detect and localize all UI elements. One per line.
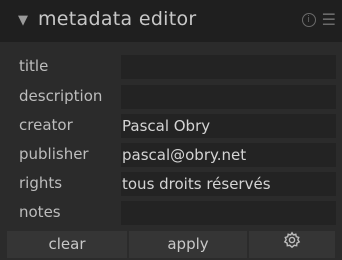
- clear-button[interactable]: clear: [7, 231, 127, 258]
- collapse-arrow-icon[interactable]: ▼: [18, 13, 28, 28]
- info-icon[interactable]: i: [301, 13, 316, 27]
- field-row-publisher: publisher pascal@obry.net: [0, 143, 342, 167]
- field-label-description: description: [19, 87, 103, 105]
- field-row-description: description: [0, 85, 342, 109]
- panel-header[interactable]: ▼ metadata editor i ☰: [0, 0, 342, 42]
- field-row-title: title: [0, 55, 342, 79]
- notes-input[interactable]: [121, 201, 336, 225]
- field-label-rights: rights: [19, 174, 63, 192]
- apply-button[interactable]: apply: [129, 231, 247, 258]
- settings-button[interactable]: [249, 231, 335, 258]
- field-row-notes: notes: [0, 201, 342, 225]
- panel-title: metadata editor: [38, 8, 197, 30]
- menu-icon[interactable]: ☰: [322, 12, 336, 28]
- field-label-publisher: publisher: [19, 145, 89, 163]
- header-icons: i ☰: [301, 12, 336, 28]
- description-input[interactable]: [121, 85, 336, 109]
- field-row-rights: rights tous droits réservés: [0, 172, 342, 196]
- field-label-notes: notes: [19, 203, 61, 221]
- gear-icon: [283, 231, 301, 258]
- field-row-creator: creator Pascal Obry: [0, 114, 342, 138]
- creator-input[interactable]: Pascal Obry: [121, 114, 336, 138]
- title-input[interactable]: [121, 55, 336, 79]
- rights-input[interactable]: tous droits réservés: [121, 172, 336, 196]
- field-label-creator: creator: [19, 116, 73, 134]
- field-label-title: title: [19, 57, 49, 75]
- publisher-input[interactable]: pascal@obry.net: [121, 143, 336, 167]
